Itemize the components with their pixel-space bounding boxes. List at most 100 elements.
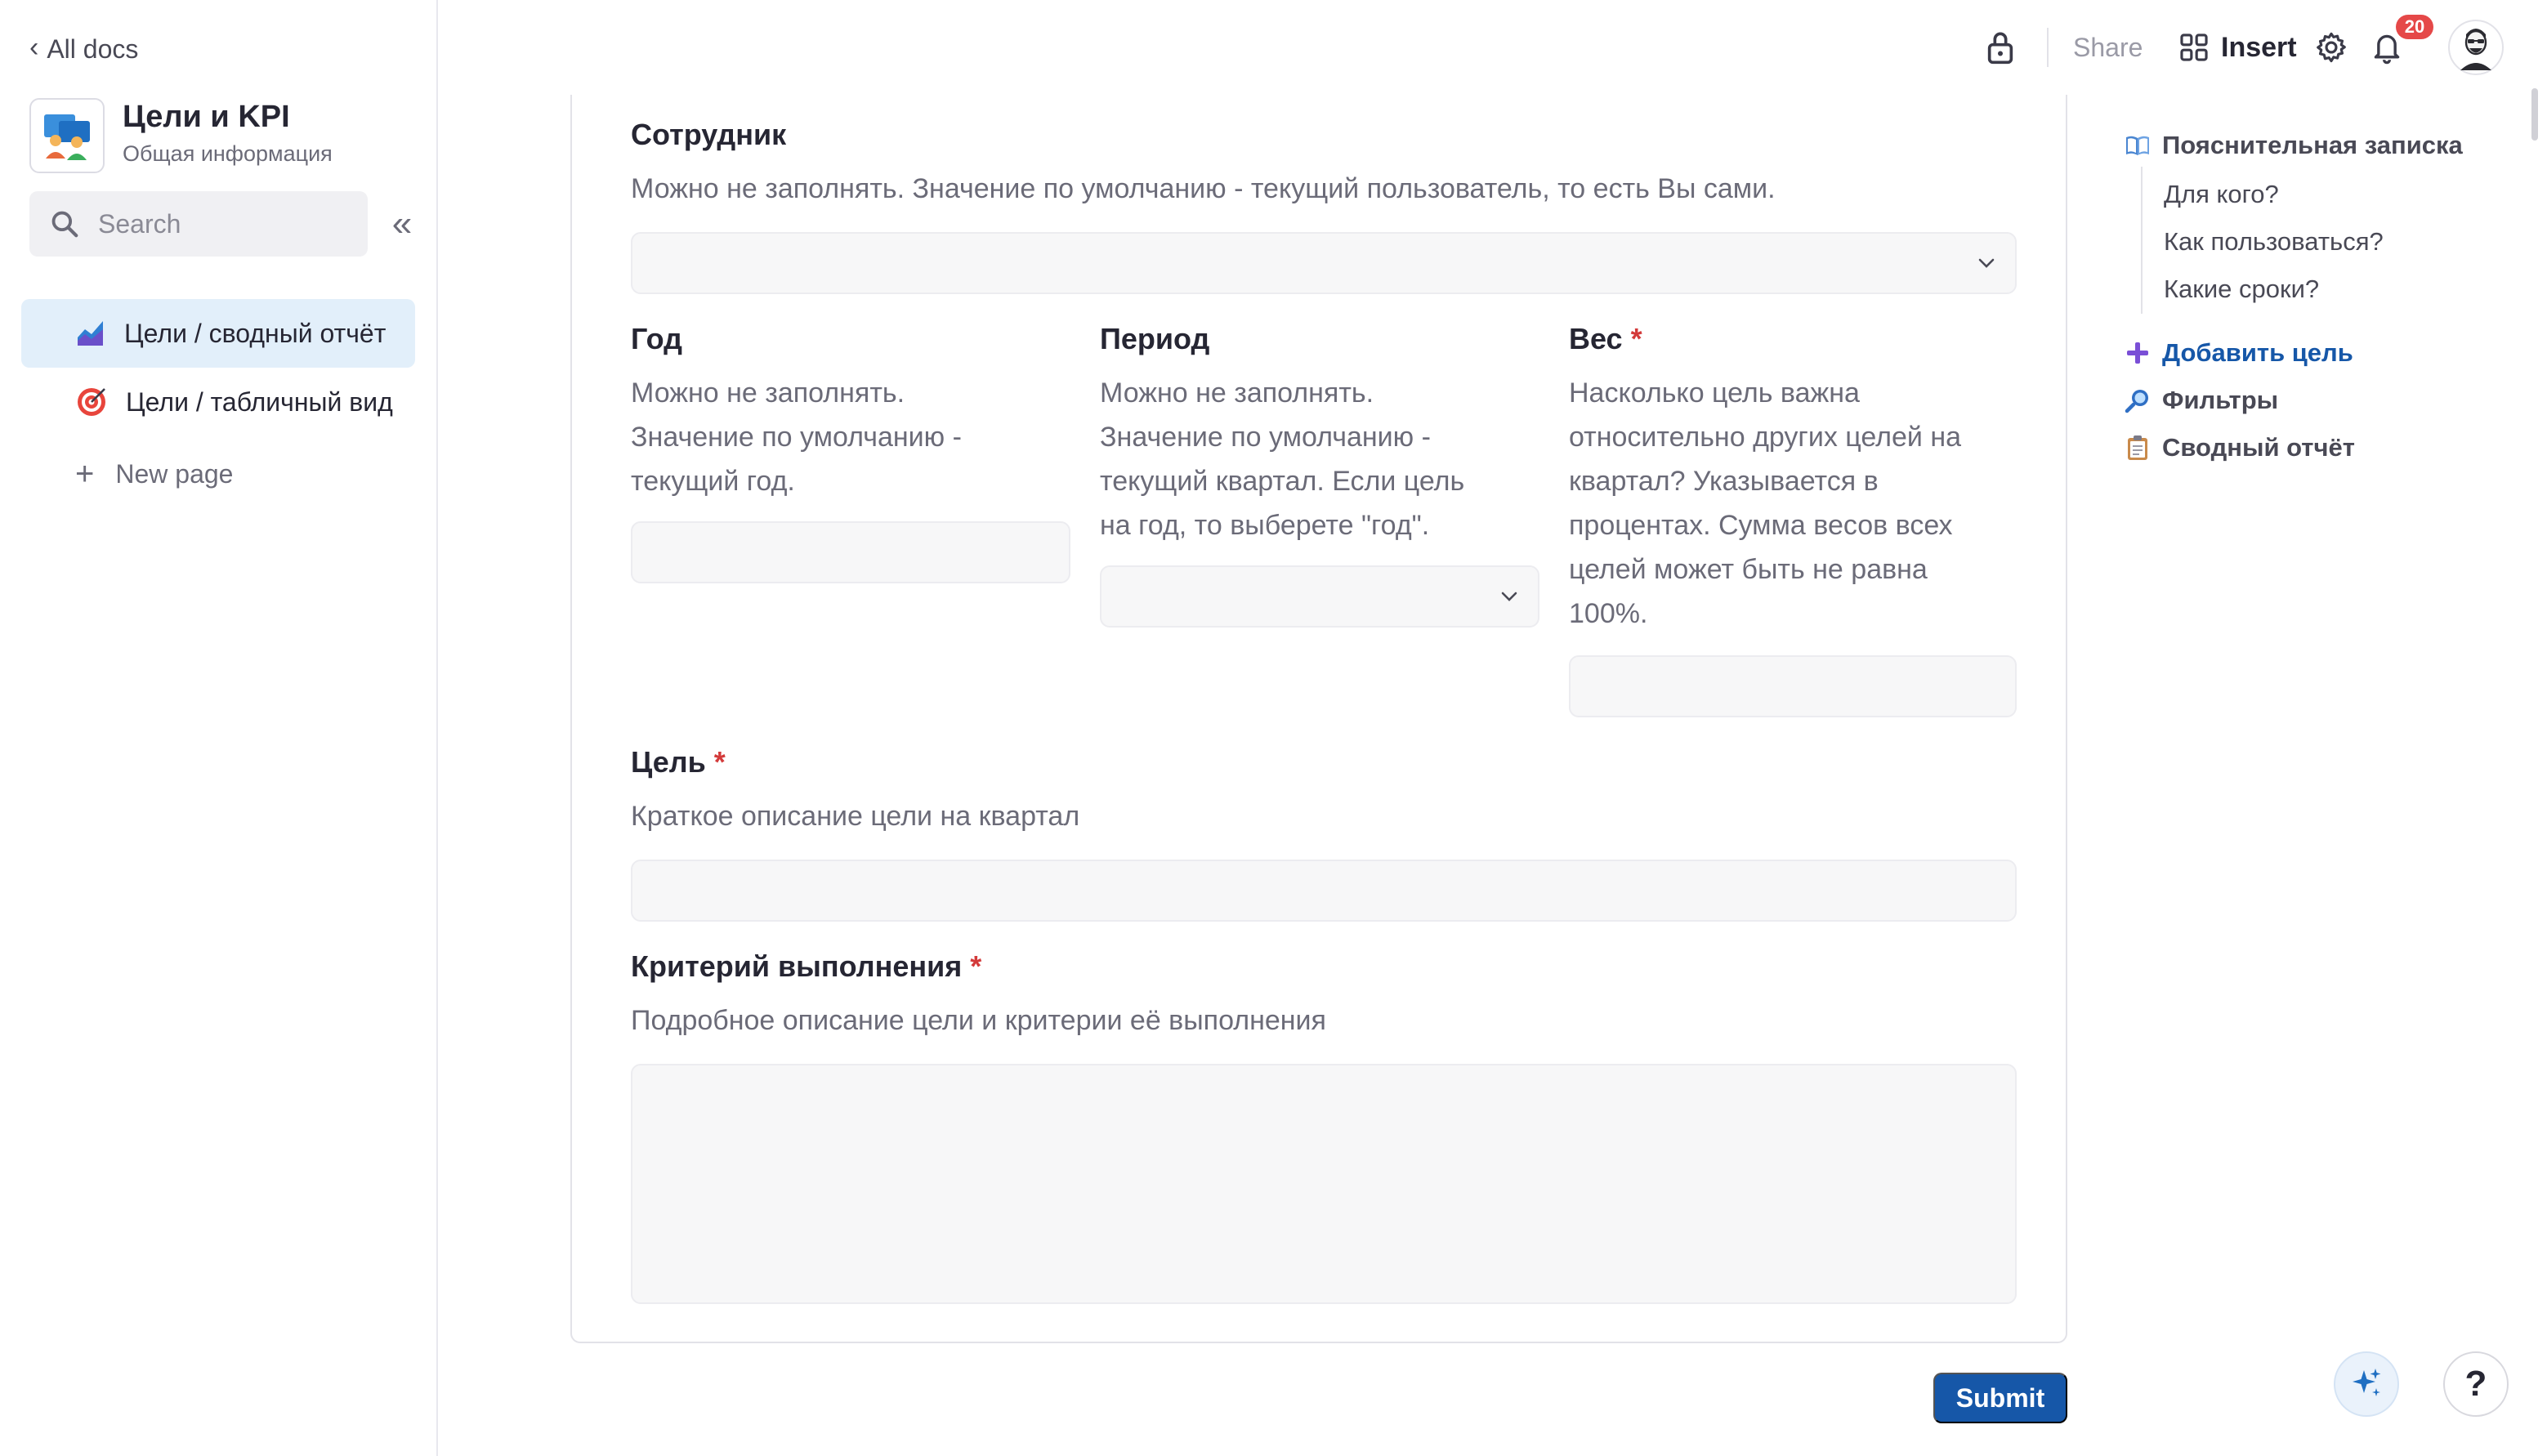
toc-item-add-goal[interactable]: Добавить цель [2125,338,2353,368]
toc-item-filters[interactable]: Фильтры [2125,386,2278,415]
period-label-text: Период [1100,322,1210,355]
search-input[interactable]: Search [29,191,368,257]
chevron-left-icon: ‹ [29,32,39,63]
chevron-down-icon [1501,592,1517,601]
weight-label-text: Вес [1569,322,1623,355]
notification-count-badge: 20 [2396,15,2433,39]
period-description-line: текущий квартал. Если цель [1100,466,1465,497]
required-mark: * [970,949,982,983]
toc-indent-line [2141,167,2143,314]
avatar-illustration [2460,29,2491,70]
required-mark: * [713,745,726,779]
toc-item-label: Какие сроки? [2164,275,2320,303]
toc-item-label: Фильтры [2162,386,2279,414]
employee-select[interactable] [631,232,2017,294]
period-description: Можно не заполнять. Значение по умолчани… [1100,371,1541,547]
ai-assistant-button[interactable] [2334,1351,2399,1417]
submit-button[interactable]: Submit [1933,1373,2067,1423]
toc-item-label: Сводный отчёт [2162,433,2355,462]
period-description-line: Можно не заполнять. [1100,377,1374,409]
share-button[interactable]: Share [2073,25,2143,70]
chevron-down-icon [1978,258,1995,268]
all-docs-label: All docs [47,33,139,64]
weight-description-line: целей может быть не равна [1569,554,1928,585]
top-bar: Share Insert 20 [440,0,2547,95]
toc-item-explanatory-note[interactable]: Пояснительная записка [2125,131,2463,160]
user-avatar[interactable] [2448,20,2504,75]
new-page-label: New page [115,458,234,489]
help-button[interactable]: ? [2443,1351,2509,1417]
search-icon [51,211,78,238]
settings-button[interactable] [2314,25,2348,70]
doc-people-icon[interactable] [29,98,105,173]
plus-icon [2125,340,2151,366]
weight-description-line: относительно других целей на [1569,422,1962,453]
weight-label: Вес * [1569,322,1642,356]
goal-form: Сотрудник Можно не заполнять. Значение п… [570,95,2067,1343]
weight-description-line: 100%. [1569,598,1648,629]
lock-button[interactable] [1984,25,2017,70]
sparkles-icon [2353,1369,2381,1396]
criteria-textarea[interactable] [631,1064,2017,1304]
toc-item-label: Как пользоваться? [2164,227,2384,256]
target-icon [78,388,105,416]
chart-area-icon [78,321,103,346]
doc-title-block: Цели и KPI Общая информация [123,100,333,167]
lock-icon [1987,32,2013,65]
new-page-button[interactable]: + New page [75,458,233,490]
grid-icon [2180,33,2208,61]
left-sidebar: ‹ All docs Цели и KPI Общая информация S… [0,0,438,1456]
double-chevron-left-icon: « [391,203,413,243]
app-root: ‹ All docs Цели и KPI Общая информация S… [0,0,2547,1456]
toc-item-how-to-use[interactable]: Как пользоваться? [2164,227,2384,257]
plus-icon: + [75,456,95,492]
toc-item-for-whom[interactable]: Для кого? [2164,180,2279,209]
year-input[interactable] [631,521,1070,583]
open-book-icon [2125,132,2151,159]
employee-label: Сотрудник [631,118,786,152]
sidebar-item-summary-report[interactable]: Цели / сводный отчёт [21,299,415,368]
sidebar-item-label: Цели / табличный вид [126,386,393,417]
year-description-line: Значение по умолчанию - [631,422,962,453]
criteria-description: Подробное описание цели и критерии её вы… [631,1005,1326,1036]
period-description-line: на год, то выберете "год". [1100,510,1430,541]
goal-description: Краткое описание цели на квартал [631,801,1080,832]
sidebar-item-label: Цели / сводный отчёт [124,318,387,348]
year-description-line: Можно не заполнять. [631,377,905,409]
year-label: Год [631,322,682,356]
weight-description-line: процентах. Сумма весов всех [1569,510,1953,541]
doc-header: Цели и KPI Общая информация [29,98,333,173]
required-mark: * [1630,322,1642,355]
toc-item-deadlines[interactable]: Какие сроки? [2164,275,2319,304]
weight-description: Насколько цель важна относительно других… [1569,371,2026,636]
employee-description: Можно не заполнять. Значение по умолчани… [631,173,1776,204]
weight-description-line: квартал? Указывается в [1569,466,1879,497]
toc-item-label: Пояснительная записка [2162,131,2463,159]
toc-item-label: Добавить цель [2162,338,2353,367]
criteria-label-text: Критерий выполнения [631,949,963,983]
weight-description-line: Насколько цель важна [1569,377,1860,409]
clipboard-icon [2125,435,2151,461]
toc-item-summary-report[interactable]: Сводный отчёт [2125,433,2355,462]
collapse-sidebar-button[interactable]: « [382,204,422,243]
all-docs-link[interactable]: ‹ All docs [29,31,138,67]
search-placeholder: Search [98,208,181,239]
sidebar-item-table-view[interactable]: Цели / табличный вид [21,368,415,436]
period-description-line: Значение по умолчанию - [1100,422,1431,453]
goal-input[interactable] [631,860,2017,922]
toc-item-label: Для кого? [2164,180,2279,208]
weight-input[interactable] [1569,655,2017,717]
topbar-divider [2047,28,2049,67]
doc-title[interactable]: Цели и KPI [123,100,333,135]
year-description-line: текущий год. [631,466,795,497]
scrollbar-thumb[interactable] [2531,88,2538,141]
employee-label-text: Сотрудник [631,118,787,151]
magnifier-icon [2125,387,2151,413]
criteria-label: Критерий выполнения * [631,949,981,984]
year-description: Можно не заполнять. Значение по умолчани… [631,371,1072,503]
goal-label-text: Цель [631,745,706,779]
insert-label: Insert [2221,31,2297,63]
period-select[interactable] [1100,565,1539,628]
insert-button[interactable]: Insert [2178,25,2297,70]
goal-label: Цель * [631,745,726,779]
